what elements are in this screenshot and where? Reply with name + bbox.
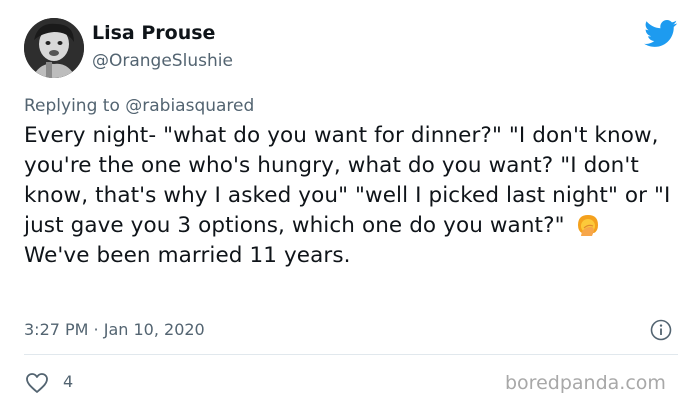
display-name[interactable]: Lisa Prouse	[92, 22, 215, 44]
replying-to-line: Replying to @rabiasquared	[24, 96, 254, 116]
reply-handle-link[interactable]: @rabiasquared	[125, 96, 254, 116]
like-count: 4	[63, 372, 74, 391]
divider	[24, 354, 678, 355]
tweet-text: Every night- "what do you want for dinne…	[24, 121, 674, 271]
info-icon[interactable]	[650, 319, 672, 341]
user-handle[interactable]: @OrangeSlushie	[92, 51, 233, 71]
heart-icon[interactable]	[25, 372, 49, 394]
avatar-photo	[24, 18, 84, 78]
tweet-timestamp[interactable]: 3:27 PM · Jan 10, 2020	[24, 320, 205, 339]
reply-prefix: Replying to	[24, 96, 126, 116]
tweet-text-part-2: We've been married 11 years.	[24, 243, 351, 268]
facepalm-emoji	[577, 215, 598, 236]
twitter-bird-icon[interactable]	[644, 20, 678, 48]
avatar[interactable]	[24, 18, 84, 78]
watermark: boredpanda.com	[505, 372, 666, 394]
